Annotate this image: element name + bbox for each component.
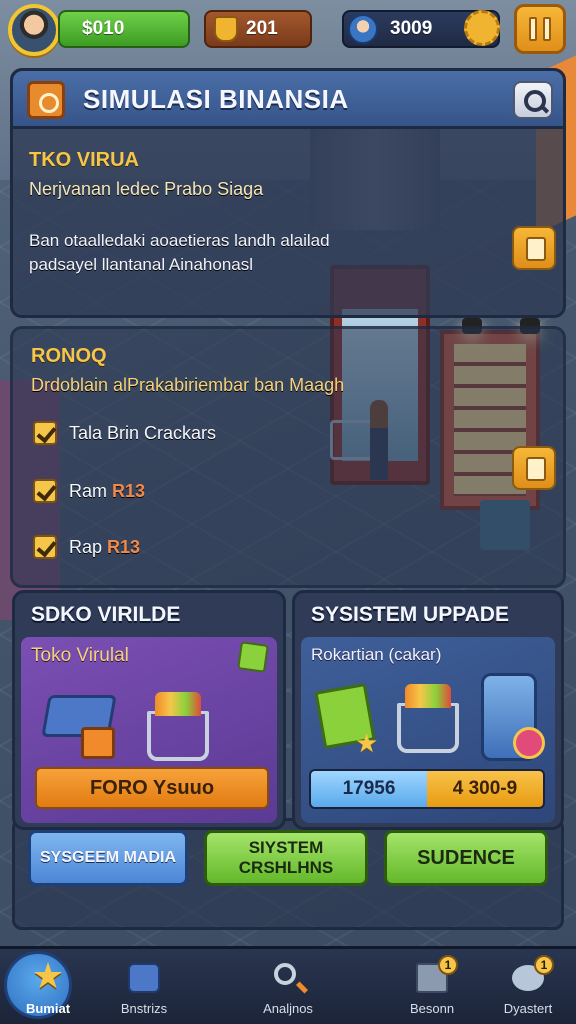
grocery-cart-icon — [397, 684, 459, 753]
trophy-counter: 201 — [204, 10, 312, 48]
store-card-body: Toko Virulal FORO Ysuuo — [21, 637, 277, 823]
checkbox-checked[interactable] — [33, 421, 57, 445]
nav-item-home[interactable]: ★ Bumiat — [0, 949, 96, 1024]
nav-item-chat[interactable]: 1 Dyastert — [480, 949, 576, 1024]
coin-stack-icon[interactable] — [512, 446, 556, 490]
description-line-1: Ban otaalledaki aoaetieras landh alailad — [29, 231, 330, 250]
player-avatar[interactable] — [8, 4, 60, 56]
upgrade-card-subtitle: Rokartian (cakar) — [311, 645, 442, 664]
task-label: Tala Brin Crackars — [69, 422, 217, 443]
star-icon: ★ — [355, 729, 379, 759]
tasks-subheading: Drdoblain alPrakabiriembar ban Maagh — [31, 375, 345, 395]
shopping-cart-icon — [147, 692, 209, 761]
section-subtitle: Nerjvanan ledec Prabo Siaga — [29, 179, 264, 199]
progress-value-left: 17956 — [311, 771, 427, 807]
progress-value-right: 4 300-9 — [427, 771, 543, 807]
tasks-panel: RONOQ Drdoblain alPrakabiriembar ban Maa… — [10, 326, 566, 588]
notification-badge: 1 — [534, 955, 554, 975]
pause-icon-bar — [543, 17, 551, 41]
panel-header: SIMULASI BINANSIA — [13, 71, 563, 129]
task-label-accent: R13 — [112, 480, 146, 501]
clipboard-icon[interactable] — [512, 226, 556, 270]
nav-label: Bumiat — [25, 1001, 71, 1016]
nav-label: Besonn — [409, 1001, 455, 1016]
coin-icon — [27, 81, 65, 119]
bottom-navigation: ★ Bumiat Bnstrizs Analjnos 1 Besonn 1 Dy… — [0, 946, 576, 1024]
store-action-button[interactable]: FORO Ysuuo — [35, 767, 269, 809]
search-button[interactable] — [513, 81, 553, 119]
magnifier-icon — [270, 961, 306, 997]
system-media-button[interactable]: SYSGEEM MADIA — [28, 830, 188, 886]
money-value: $010 — [82, 18, 125, 39]
money-counter: $010 — [58, 10, 190, 48]
notification-badge: 1 — [438, 955, 458, 975]
character-coin-icon — [348, 14, 378, 44]
trophy-value: 201 — [246, 18, 278, 39]
nav-item-analytics[interactable]: Analjnos — [240, 949, 336, 1024]
gem-counter: 3009 — [342, 10, 500, 48]
task-label-text: Ram — [69, 480, 108, 501]
system-cashless-button[interactable]: SIYSTEM CRSHLHNS — [204, 830, 368, 886]
upgrade-card-body: Rokartian (cakar) ★ 17956 4 300-9 — [301, 637, 555, 823]
panel-title: SIMULASI BINANSIA — [83, 84, 349, 114]
upgrade-progress-bar[interactable]: 17956 4 300-9 — [309, 769, 545, 809]
section-heading: TKO VIRUA — [29, 149, 139, 171]
gear-icon[interactable] — [464, 10, 500, 46]
star-icon: ★ — [31, 956, 65, 997]
task-label: Ram R13 — [69, 481, 145, 502]
trophy-icon — [214, 16, 238, 42]
upgrade-card-title: SYSISTEM UPPADE — [311, 603, 509, 626]
board-icon: 1 — [414, 955, 458, 997]
box-icon — [81, 727, 115, 759]
task-row[interactable]: Tala Brin Crackars — [33, 419, 216, 447]
store-card-title: SDKO VIRILDE — [31, 603, 181, 626]
tasks-heading: RONOQ — [31, 345, 107, 367]
task-row[interactable]: Ram R13 — [33, 477, 145, 505]
store-card: SDKO VIRILDE Toko Virulal FORO Ysuuo — [12, 590, 286, 830]
nav-item-board[interactable]: 1 Besonn — [384, 949, 480, 1024]
nav-item-stores[interactable]: Bnstrizs — [96, 949, 192, 1024]
checkbox-checked[interactable] — [33, 535, 57, 559]
checkbox-checked[interactable] — [33, 479, 57, 503]
task-label-accent: R13 — [107, 536, 141, 557]
sudence-button[interactable]: SUDENCE — [384, 830, 548, 886]
gem-value: 3009 — [390, 18, 433, 39]
cube-icon — [237, 641, 269, 673]
task-label-text: Rap — [69, 536, 103, 557]
task-row[interactable]: Rap R13 — [33, 533, 140, 561]
nav-label: Bnstrizs — [120, 1001, 168, 1016]
simulation-info-panel: SIMULASI BINANSIA TKO VIRUA Nerjvanan le… — [10, 68, 566, 318]
pause-button[interactable] — [514, 4, 566, 54]
nav-label: Analjnos — [263, 1001, 313, 1016]
check-badge-icon — [513, 727, 545, 759]
task-label: Rap R13 — [69, 537, 140, 558]
top-bar: $010 201 3009 — [0, 0, 576, 62]
store-icon — [126, 961, 162, 997]
description-line-2: padsayel llantanal Ainahonasl — [29, 255, 254, 274]
store-card-subtitle: Toko Virulal — [31, 645, 129, 666]
pause-icon-bar — [529, 17, 537, 41]
system-upgrade-card: SYSISTEM UPPADE Rokartian (cakar) ★ 1795… — [292, 590, 564, 830]
chat-icon: 1 — [510, 955, 554, 997]
nav-label: Dyastert — [503, 1001, 553, 1016]
